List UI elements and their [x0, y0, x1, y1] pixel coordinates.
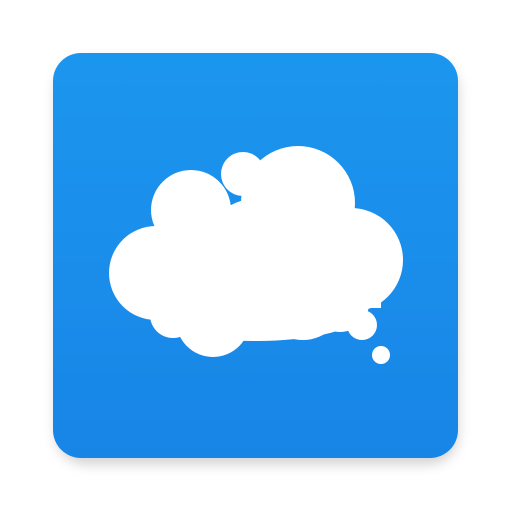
- app-icon-canvas: [0, 0, 512, 512]
- app-icon[interactable]: [53, 53, 458, 458]
- thought-cloud: [109, 146, 403, 364]
- thought-bubble-icon: [109, 146, 403, 364]
